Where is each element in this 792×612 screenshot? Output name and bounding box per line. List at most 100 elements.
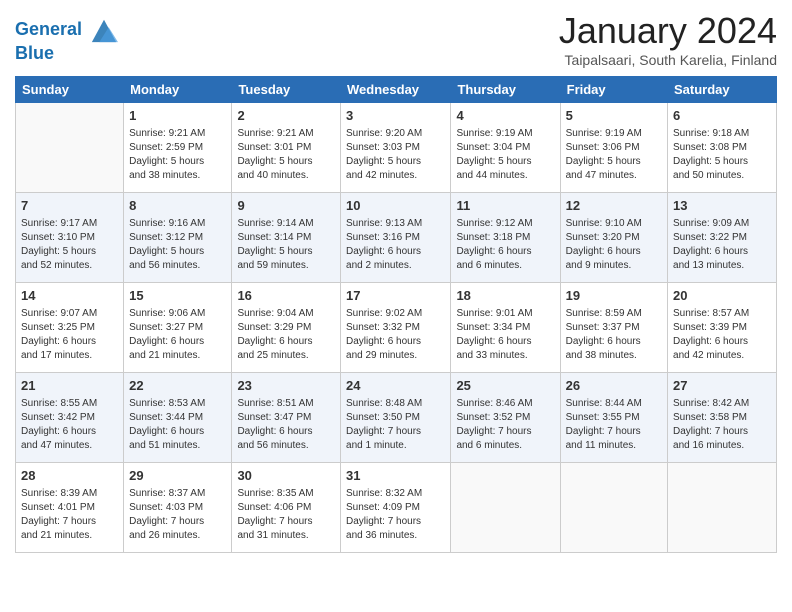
logo-subtext: Blue xyxy=(15,44,118,64)
day-number: 4 xyxy=(456,107,554,125)
day-number: 28 xyxy=(21,467,118,485)
calendar-cell: 10 Sunrise: 9:13 AM Sunset: 3:16 PM Dayli… xyxy=(341,193,451,283)
day-number: 3 xyxy=(346,107,445,125)
calendar-week-row: 21Sunrise: 8:55 AM Sunset: 3:42 PM Dayli… xyxy=(16,373,777,463)
calendar-cell: 24 Sunrise: 8:48 AM Sunset: 3:50 PM Dayli… xyxy=(341,373,451,463)
calendar-cell: 27 Sunrise: 8:42 AM Sunset: 3:58 PM Dayli… xyxy=(668,373,777,463)
day-info: Sunrise: 8:35 AM Sunset: 4:06 PM Dayligh… xyxy=(237,487,335,543)
day-header-saturday: Saturday xyxy=(668,77,777,103)
day-number: 21 xyxy=(21,377,118,395)
calendar-cell: 28 Sunrise: 8:39 AM Sunset: 4:01 PM Dayli… xyxy=(16,463,124,553)
day-number: 9 xyxy=(237,197,335,215)
calendar-cell xyxy=(16,103,124,193)
day-header-tuesday: Tuesday xyxy=(232,77,341,103)
day-number: 27 xyxy=(673,377,771,395)
day-number: 29 xyxy=(129,467,226,485)
day-number: 6 xyxy=(673,107,771,125)
calendar-cell xyxy=(560,463,667,553)
day-info: Sunrise: 9:06 AM Sunset: 3:27 PM Dayligh… xyxy=(129,307,226,363)
calendar-cell: 29 Sunrise: 8:37 AM Sunset: 4:03 PM Dayli… xyxy=(124,463,232,553)
day-number: 23 xyxy=(237,377,335,395)
calendar-cell: 4 Sunrise: 9:19 AM Sunset: 3:04 PM Daylig… xyxy=(451,103,560,193)
calendar-cell: 16 Sunrise: 9:04 AM Sunset: 3:29 PM Dayli… xyxy=(232,283,341,373)
calendar-cell: 21Sunrise: 8:55 AM Sunset: 3:42 PM Dayli… xyxy=(16,373,124,463)
calendar-cell: 3 Sunrise: 9:20 AM Sunset: 3:03 PM Daylig… xyxy=(341,103,451,193)
logo-text: General xyxy=(15,16,118,44)
day-header-wednesday: Wednesday xyxy=(341,77,451,103)
calendar-week-row: 7 Sunrise: 9:17 AM Sunset: 3:10 PM Daylig… xyxy=(16,193,777,283)
day-number: 24 xyxy=(346,377,445,395)
day-number: 19 xyxy=(566,287,662,305)
day-number: 12 xyxy=(566,197,662,215)
calendar-cell: 13Sunrise: 9:09 AM Sunset: 3:22 PM Dayli… xyxy=(668,193,777,283)
calendar-week-row: 28 Sunrise: 8:39 AM Sunset: 4:01 PM Dayli… xyxy=(16,463,777,553)
day-info: Sunrise: 9:13 AM Sunset: 3:16 PM Dayligh… xyxy=(346,217,445,273)
day-info: Sunrise: 9:20 AM Sunset: 3:03 PM Dayligh… xyxy=(346,127,445,183)
day-number: 22 xyxy=(129,377,226,395)
day-header-thursday: Thursday xyxy=(451,77,560,103)
day-number: 8 xyxy=(129,197,226,215)
calendar-cell: 26Sunrise: 8:44 AM Sunset: 3:55 PM Dayli… xyxy=(560,373,667,463)
title-section: January 2024 Taipalsaari, South Karelia,… xyxy=(559,10,777,68)
calendar-cell: 6Sunrise: 9:18 AM Sunset: 3:08 PM Daylig… xyxy=(668,103,777,193)
day-info: Sunrise: 9:07 AM Sunset: 3:25 PM Dayligh… xyxy=(21,307,118,363)
day-number: 25 xyxy=(456,377,554,395)
day-info: Sunrise: 8:39 AM Sunset: 4:01 PM Dayligh… xyxy=(21,487,118,543)
day-info: Sunrise: 9:01 AM Sunset: 3:34 PM Dayligh… xyxy=(456,307,554,363)
calendar-cell xyxy=(451,463,560,553)
day-info: Sunrise: 9:19 AM Sunset: 3:06 PM Dayligh… xyxy=(566,127,662,183)
day-number: 7 xyxy=(21,197,118,215)
day-info: Sunrise: 9:21 AM Sunset: 3:01 PM Dayligh… xyxy=(237,127,335,183)
day-info: Sunrise: 9:04 AM Sunset: 3:29 PM Dayligh… xyxy=(237,307,335,363)
day-number: 31 xyxy=(346,467,445,485)
day-info: Sunrise: 9:21 AM Sunset: 2:59 PM Dayligh… xyxy=(129,127,226,183)
calendar-cell: 25 Sunrise: 8:46 AM Sunset: 3:52 PM Dayli… xyxy=(451,373,560,463)
day-info: Sunrise: 8:37 AM Sunset: 4:03 PM Dayligh… xyxy=(129,487,226,543)
calendar-cell: 22 Sunrise: 8:53 AM Sunset: 3:44 PM Dayli… xyxy=(124,373,232,463)
day-number: 20 xyxy=(673,287,771,305)
day-header-sunday: Sunday xyxy=(16,77,124,103)
calendar-cell: 1 Sunrise: 9:21 AM Sunset: 2:59 PM Daylig… xyxy=(124,103,232,193)
day-number: 26 xyxy=(566,377,662,395)
calendar-cell: 12 Sunrise: 9:10 AM Sunset: 3:20 PM Dayli… xyxy=(560,193,667,283)
day-number: 18 xyxy=(456,287,554,305)
calendar-cell: 8Sunrise: 9:16 AM Sunset: 3:12 PM Daylig… xyxy=(124,193,232,283)
day-info: Sunrise: 9:02 AM Sunset: 3:32 PM Dayligh… xyxy=(346,307,445,363)
day-number: 10 xyxy=(346,197,445,215)
day-number: 13 xyxy=(673,197,771,215)
calendar-cell: 9 Sunrise: 9:14 AM Sunset: 3:14 PM Daylig… xyxy=(232,193,341,283)
day-number: 16 xyxy=(237,287,335,305)
calendar-cell: 17 Sunrise: 9:02 AM Sunset: 3:32 PM Dayli… xyxy=(341,283,451,373)
day-number: 15 xyxy=(129,287,226,305)
day-number: 1 xyxy=(129,107,226,125)
calendar-cell: 30 Sunrise: 8:35 AM Sunset: 4:06 PM Dayli… xyxy=(232,463,341,553)
day-info: Sunrise: 8:42 AM Sunset: 3:58 PM Dayligh… xyxy=(673,397,771,453)
day-info: Sunrise: 8:59 AM Sunset: 3:37 PM Dayligh… xyxy=(566,307,662,363)
day-number: 2 xyxy=(237,107,335,125)
month-title: January 2024 xyxy=(559,10,777,52)
logo: General Blue xyxy=(15,16,118,64)
day-info: Sunrise: 9:14 AM Sunset: 3:14 PM Dayligh… xyxy=(237,217,335,273)
calendar-cell: 14 Sunrise: 9:07 AM Sunset: 3:25 PM Dayli… xyxy=(16,283,124,373)
day-info: Sunrise: 8:53 AM Sunset: 3:44 PM Dayligh… xyxy=(129,397,226,453)
day-info: Sunrise: 9:17 AM Sunset: 3:10 PM Dayligh… xyxy=(21,217,118,273)
day-number: 14 xyxy=(21,287,118,305)
day-info: Sunrise: 9:10 AM Sunset: 3:20 PM Dayligh… xyxy=(566,217,662,273)
calendar-cell xyxy=(668,463,777,553)
calendar-week-row: 1 Sunrise: 9:21 AM Sunset: 2:59 PM Daylig… xyxy=(16,103,777,193)
day-info: Sunrise: 8:51 AM Sunset: 3:47 PM Dayligh… xyxy=(237,397,335,453)
day-info: Sunrise: 9:19 AM Sunset: 3:04 PM Dayligh… xyxy=(456,127,554,183)
calendar-cell: 7 Sunrise: 9:17 AM Sunset: 3:10 PM Daylig… xyxy=(16,193,124,283)
day-number: 11 xyxy=(456,197,554,215)
calendar-cell: 31 Sunrise: 8:32 AM Sunset: 4:09 PM Dayli… xyxy=(341,463,451,553)
calendar-header-row: SundayMondayTuesdayWednesdayThursdayFrid… xyxy=(16,77,777,103)
day-info: Sunrise: 8:48 AM Sunset: 3:50 PM Dayligh… xyxy=(346,397,445,453)
day-info: Sunrise: 8:32 AM Sunset: 4:09 PM Dayligh… xyxy=(346,487,445,543)
day-header-friday: Friday xyxy=(560,77,667,103)
calendar-cell: 15 Sunrise: 9:06 AM Sunset: 3:27 PM Dayli… xyxy=(124,283,232,373)
day-number: 17 xyxy=(346,287,445,305)
calendar-cell: 19 Sunrise: 8:59 AM Sunset: 3:37 PM Dayli… xyxy=(560,283,667,373)
location: Taipalsaari, South Karelia, Finland xyxy=(559,52,777,68)
day-info: Sunrise: 8:46 AM Sunset: 3:52 PM Dayligh… xyxy=(456,397,554,453)
day-number: 30 xyxy=(237,467,335,485)
